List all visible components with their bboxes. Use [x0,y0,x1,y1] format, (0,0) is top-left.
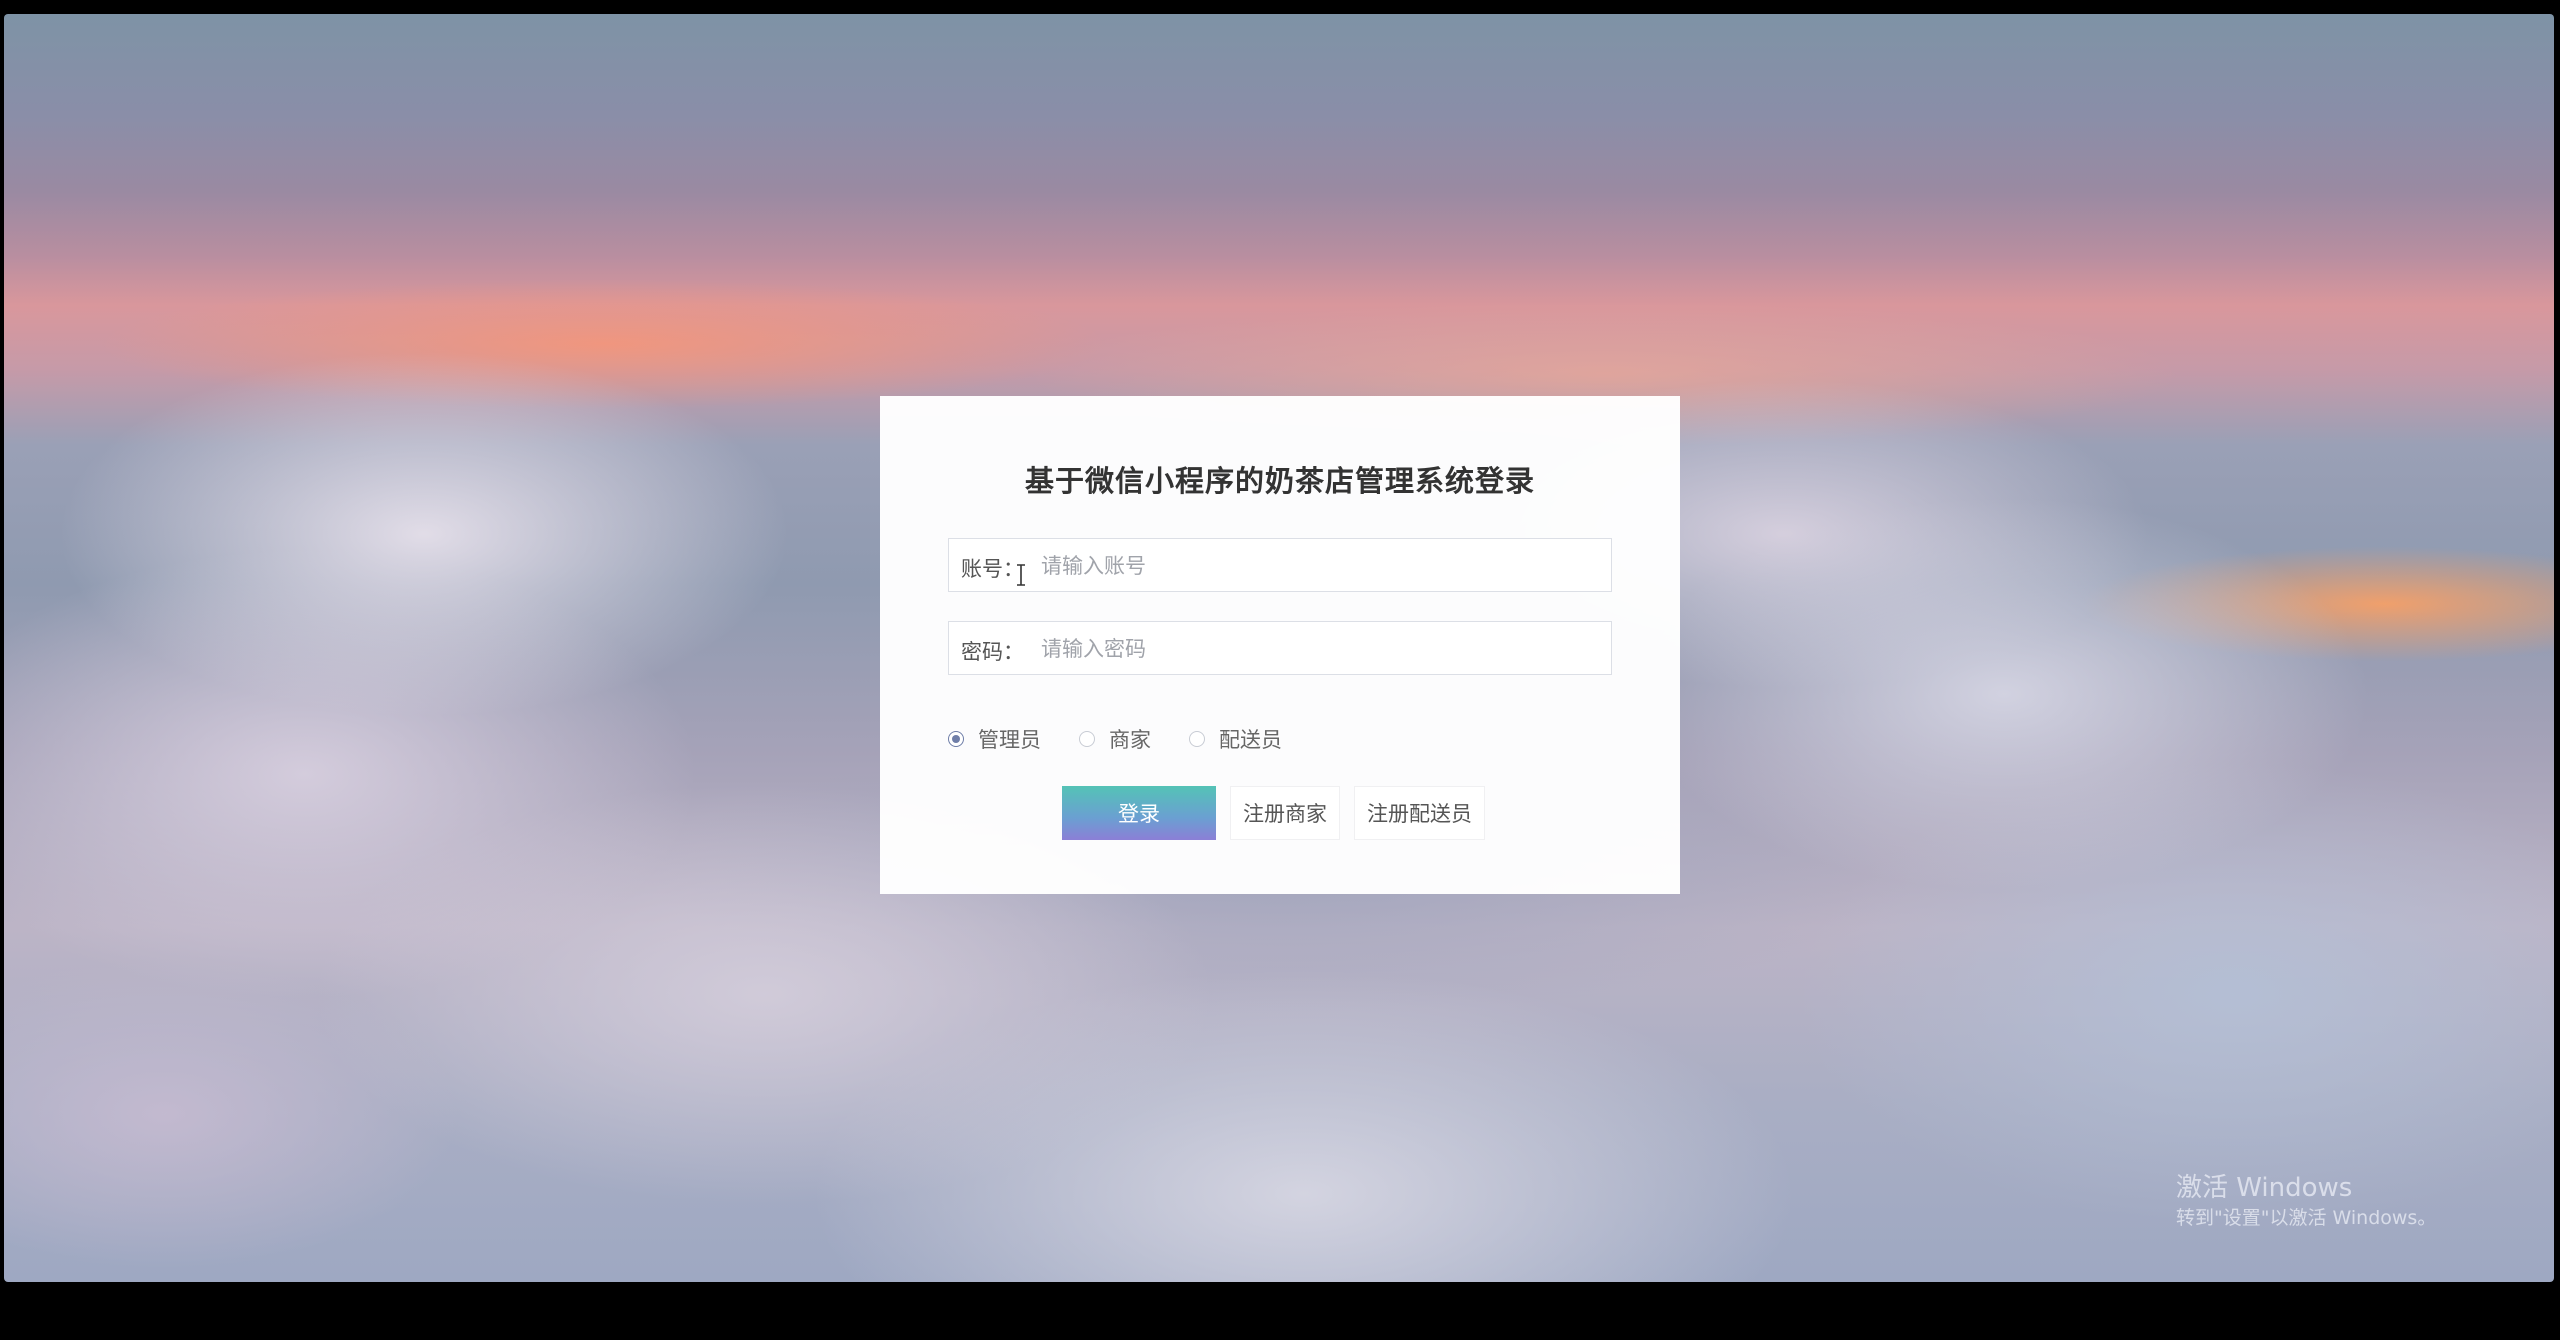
page-background: 基于微信小程序的奶茶店管理系统登录 账号： 密码： 管理员 商家 [4,14,2554,1282]
ibeam-cursor-icon [1017,564,1025,586]
role-radio-group: 管理员 商家 配送员 [948,724,1320,754]
windows-activation-watermark: 激活 Windows 转到"设置"以激活 Windows。 [2176,1172,2436,1232]
role-courier-option[interactable]: 配送员 [1189,724,1282,754]
login-actions: 登录 注册商家 注册配送员 [1062,786,1485,840]
account-field[interactable]: 账号： [948,538,1612,592]
login-button[interactable]: 登录 [1062,786,1216,840]
radio-checked-icon[interactable] [948,731,964,747]
role-merchant-label[interactable]: 商家 [1109,724,1151,754]
role-admin-option[interactable]: 管理员 [948,724,1041,754]
role-admin-label[interactable]: 管理员 [978,724,1041,754]
watermark-subtitle: 转到"设置"以激活 Windows。 [2176,1207,2437,1229]
account-label: 账号： [961,557,1024,581]
password-field[interactable]: 密码： [948,621,1612,675]
register-merchant-button[interactable]: 注册商家 [1230,786,1340,840]
password-label: 密码： [961,640,1024,664]
role-courier-label[interactable]: 配送员 [1219,724,1282,754]
account-input[interactable] [1039,545,1603,587]
page-title: 基于微信小程序的奶茶店管理系统登录 [1024,464,1535,498]
login-card: 基于微信小程序的奶茶店管理系统登录 账号： 密码： 管理员 商家 [880,396,1680,894]
radio-unchecked-icon[interactable] [1079,731,1095,747]
watermark-title: 激活 Windows [2176,1173,2353,1203]
screen: 基于微信小程序的奶茶店管理系统登录 账号： 密码： 管理员 商家 [0,0,2560,1340]
password-input[interactable] [1039,628,1603,670]
radio-unchecked-icon[interactable] [1189,731,1205,747]
role-merchant-option[interactable]: 商家 [1079,724,1151,754]
register-courier-button[interactable]: 注册配送员 [1354,786,1485,840]
